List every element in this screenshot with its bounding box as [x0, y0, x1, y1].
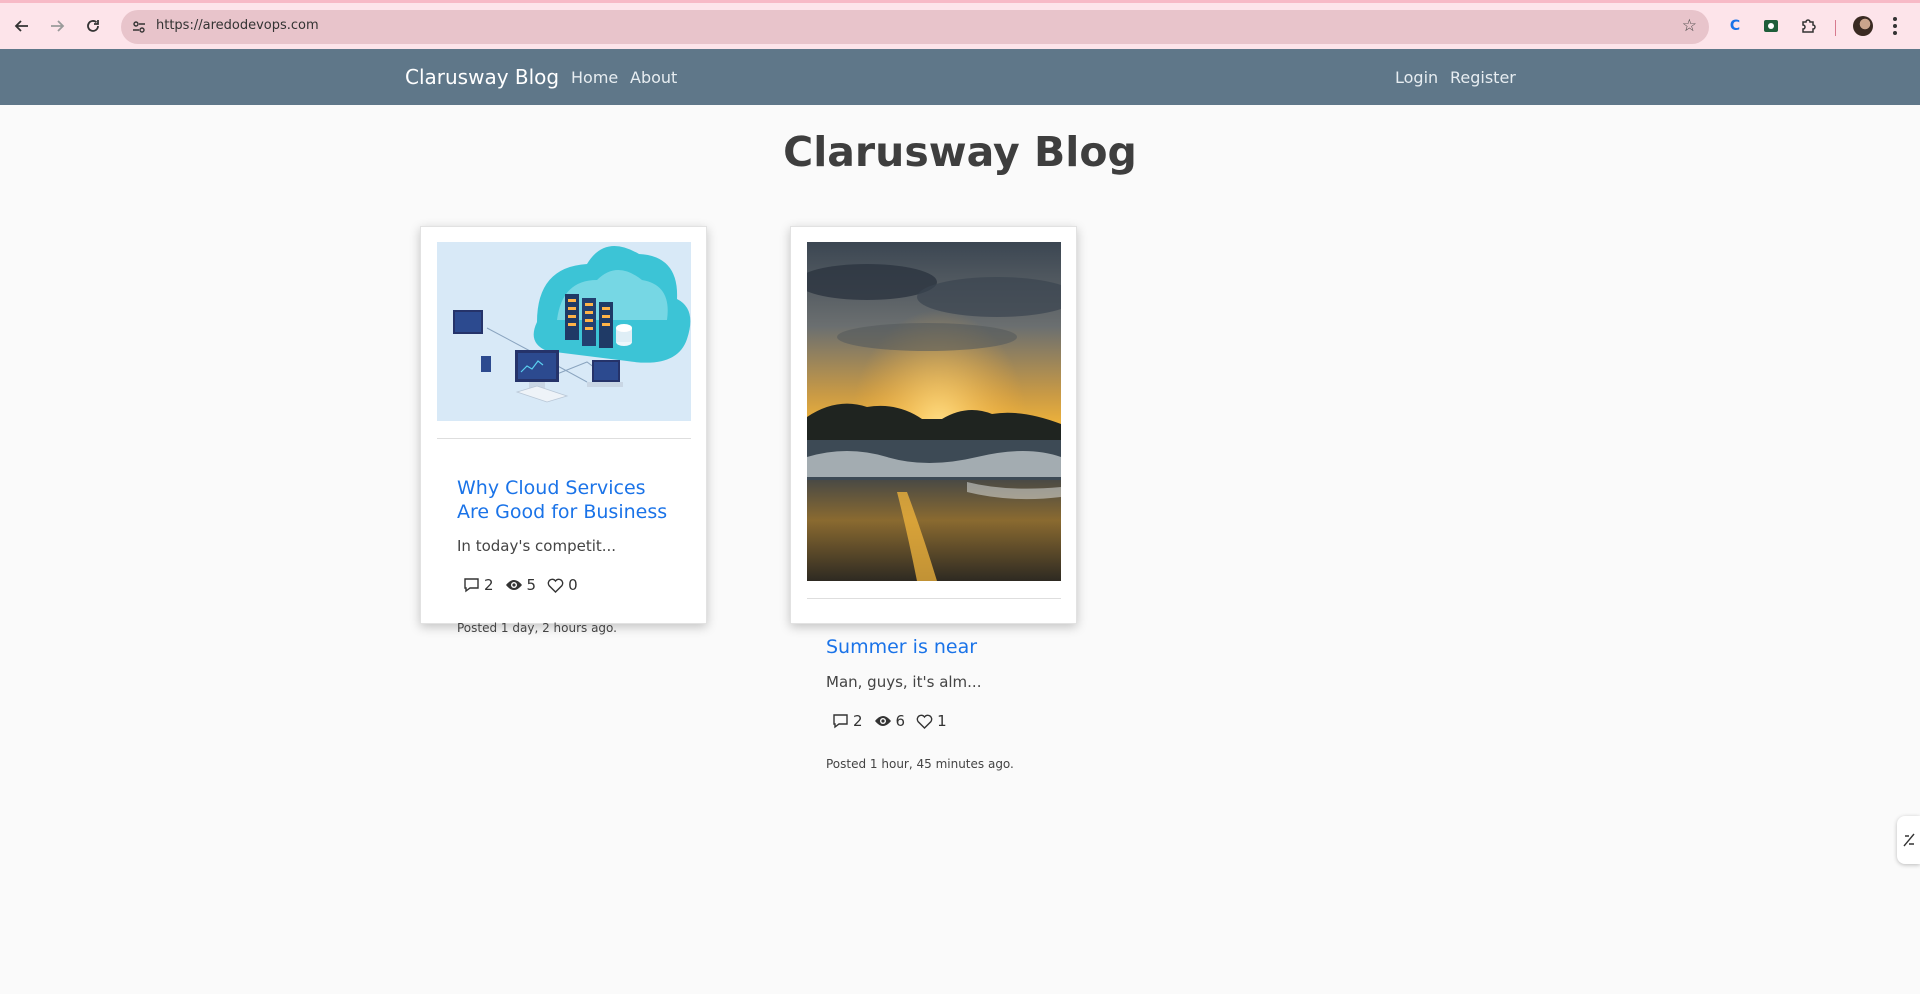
card-divider — [437, 438, 691, 439]
post-stats: 2 5 0 — [463, 576, 589, 594]
comment-count-value: 2 — [484, 576, 494, 594]
forward-arrow-icon — [51, 20, 65, 32]
like-count-value: 0 — [568, 576, 578, 594]
post-title-line: Are Good for Business — [457, 501, 668, 523]
post-excerpt: In today's competit... — [457, 537, 617, 555]
post-card: Why Cloud Services Are Good for Business… — [420, 226, 707, 635]
eye-icon — [874, 716, 891, 726]
post-card — [790, 226, 1077, 624]
post-stats: 2 6 1 — [832, 712, 958, 730]
bookmark-star-icon[interactable]: ☆ — [1682, 16, 1697, 36]
browser-menu-icon[interactable] — [1888, 15, 1902, 37]
address-bar[interactable]: ☆ — [121, 10, 1709, 44]
navbar-brand[interactable]: Clarusway Blog — [405, 65, 559, 89]
forward-button[interactable] — [44, 13, 70, 39]
profile-avatar[interactable] — [1853, 16, 1873, 36]
post-image-cloud[interactable] — [437, 242, 691, 421]
cloud-illustration — [437, 242, 691, 421]
site-info-icon[interactable] — [129, 17, 149, 37]
sunset-photo — [807, 242, 1061, 581]
back-button[interactable] — [9, 13, 35, 39]
comment-count[interactable]: 2 — [832, 712, 863, 730]
reload-icon — [87, 20, 99, 32]
url-input[interactable] — [156, 18, 1556, 33]
post-timestamp: Posted 1 hour, 45 minutes ago. — [826, 757, 1014, 771]
eye-icon — [505, 580, 522, 590]
post-timestamp: Posted 1 day, 2 hours ago. — [457, 621, 617, 635]
heart-icon — [547, 578, 564, 593]
toolbar-divider — [1835, 20, 1836, 36]
post-title-link[interactable]: Summer is near — [826, 635, 977, 659]
heart-icon — [916, 714, 933, 729]
view-count: 5 — [505, 576, 537, 594]
reload-button[interactable] — [80, 13, 106, 39]
view-count-value: 6 — [895, 712, 906, 730]
view-count-value: 5 — [526, 576, 537, 594]
like-count[interactable]: 1 — [916, 712, 947, 730]
extension-c-icon[interactable]: C — [1725, 16, 1745, 36]
nav-link-about[interactable]: About — [630, 68, 677, 87]
like-count-value: 1 — [937, 712, 947, 730]
site-navbar: Clarusway Blog Home About Login Register — [0, 49, 1920, 105]
nav-link-register[interactable]: Register — [1450, 68, 1516, 87]
side-panel-toggle[interactable] — [1897, 816, 1920, 864]
card-divider — [807, 598, 1061, 599]
browser-toolbar: ☆ C — [0, 0, 1920, 49]
view-count: 6 — [874, 712, 906, 730]
post-image-sunset[interactable] — [807, 242, 1061, 581]
post-excerpt: Man, guys, it's alm... — [826, 673, 982, 691]
comment-icon — [464, 578, 479, 593]
nav-link-login[interactable]: Login — [1395, 68, 1438, 87]
extension-camera-icon[interactable] — [1761, 16, 1781, 36]
extensions-puzzle-icon[interactable] — [1798, 16, 1818, 36]
page-title: Clarusway Blog — [783, 128, 1137, 176]
nav-link-home[interactable]: Home — [571, 68, 618, 87]
comment-icon — [833, 714, 848, 729]
post-title-line: Why Cloud Services — [457, 477, 646, 499]
post-title-link[interactable]: Why Cloud Services Are Good for Business — [457, 476, 667, 524]
comment-count[interactable]: 2 — [463, 576, 494, 594]
side-panel-icon — [1902, 833, 1915, 847]
back-arrow-icon — [14, 20, 28, 32]
like-count[interactable]: 0 — [547, 576, 578, 594]
comment-count-value: 2 — [853, 712, 863, 730]
